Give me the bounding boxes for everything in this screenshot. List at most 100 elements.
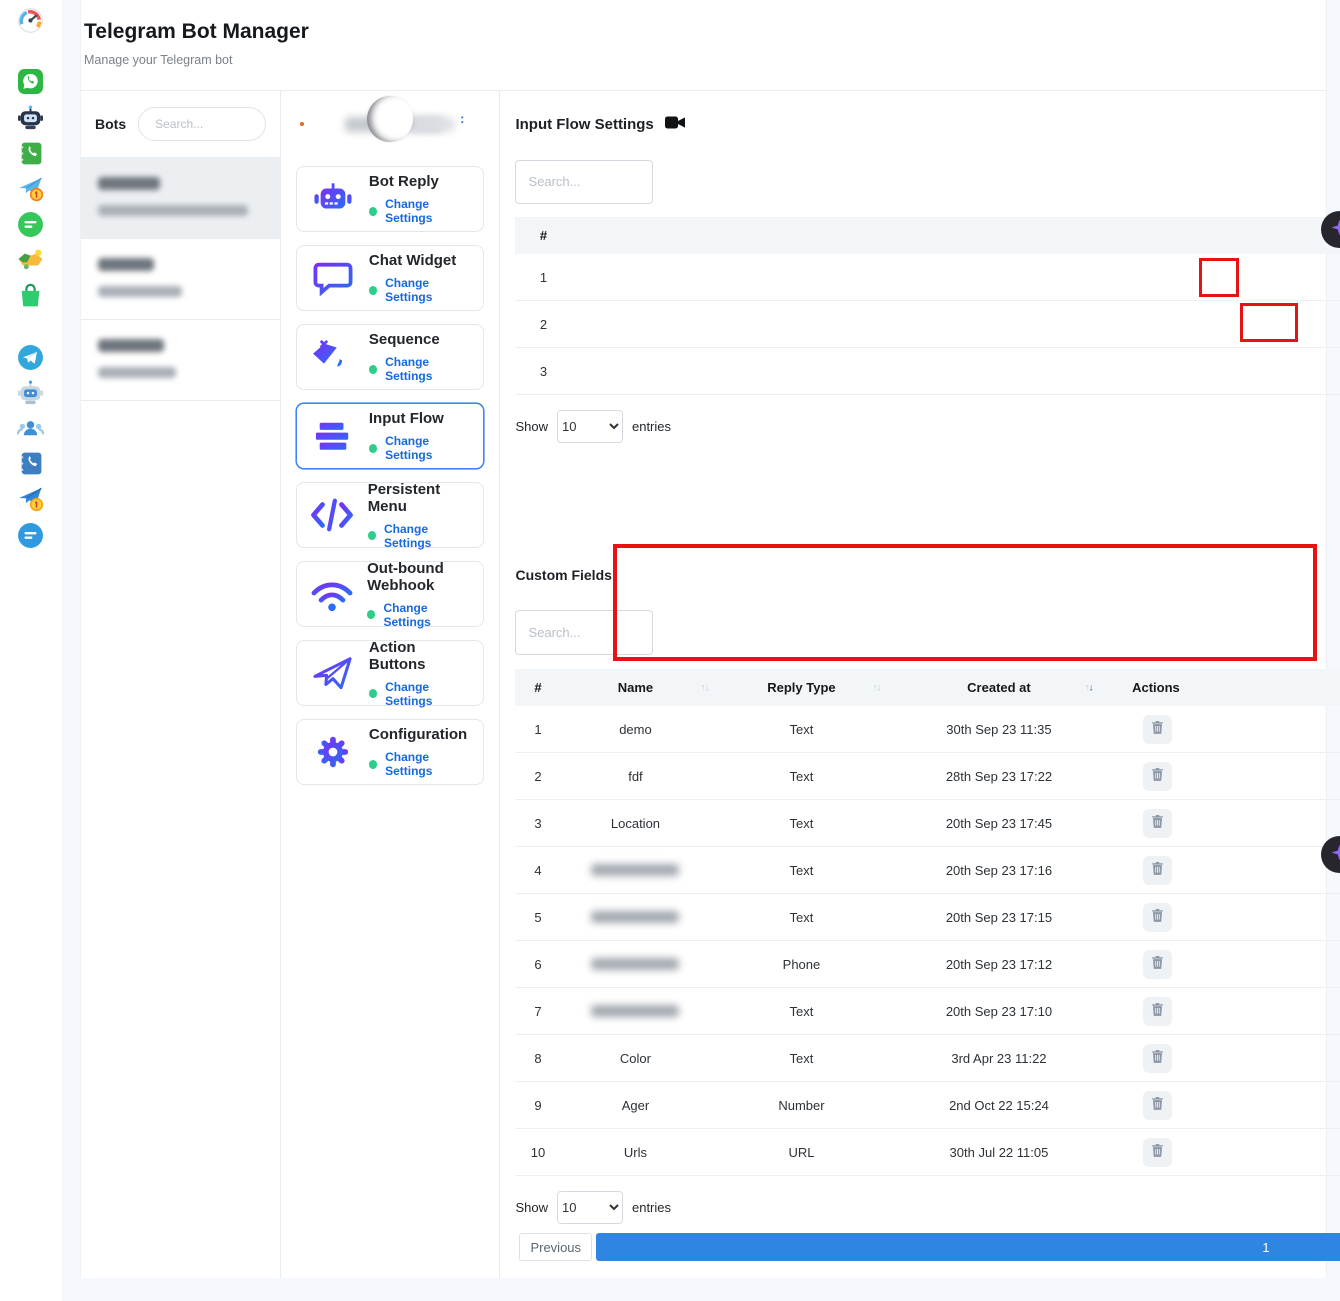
delete-button[interactable] — [1143, 1044, 1172, 1073]
trash-icon — [1150, 1049, 1165, 1067]
custom-fields-page-size-group: Show 10 entries — [515, 1191, 671, 1224]
row-number: 6 — [515, 957, 560, 972]
flow-page-size-group: Show 10 entries — [515, 410, 671, 443]
bot-list-item[interactable] — [81, 320, 280, 401]
phonebook-blue-icon[interactable] — [17, 450, 44, 477]
paper-plane-coin-icon[interactable] — [17, 175, 44, 202]
paper-plane-coin-blue-icon[interactable] — [17, 485, 44, 512]
change-settings-link[interactable]: Change Settings — [385, 434, 471, 462]
delete-button[interactable] — [1143, 715, 1172, 744]
previous-page-button[interactable]: Previous — [519, 1233, 592, 1261]
settings-card-persistent-menu[interactable]: Persistent MenuChange Settings — [296, 482, 484, 548]
sort-icon[interactable]: ↑↓ — [700, 682, 708, 693]
delete-button[interactable] — [1143, 903, 1172, 932]
field-name — [560, 958, 710, 970]
column-created-at[interactable]: Created at ↑↓ — [892, 680, 1105, 695]
webhook-icon — [309, 575, 355, 613]
robot-dark-icon[interactable] — [17, 104, 44, 131]
field-created-at: 28th Sep 23 17:22 — [892, 769, 1105, 784]
delete-button[interactable] — [1143, 856, 1172, 885]
custom-fields-search-input[interactable] — [515, 610, 653, 655]
settings-card-title: Out-bound Webhook — [367, 560, 471, 594]
change-settings-link[interactable]: Change Settings — [385, 276, 471, 304]
telegram-icon[interactable] — [17, 344, 44, 371]
settings-card-body: Configuration Change Settings — [369, 726, 472, 778]
custom-fields-page-size-select[interactable]: 10 — [557, 1191, 623, 1224]
settings-card-body: Chat WidgetChange Settings — [369, 252, 472, 304]
status-dot — [300, 122, 304, 126]
settings-card-action-buttons[interactable]: Action ButtonsChange Settings — [296, 640, 484, 706]
chat-bubble-green-icon[interactable] — [17, 211, 44, 238]
delete-button[interactable] — [1143, 809, 1172, 838]
bots-panel-header: Bots — [81, 91, 280, 158]
bots-search-input[interactable] — [138, 107, 266, 141]
settings-card-body: Out-bound Webhook Change Settings — [367, 560, 471, 629]
change-settings-link[interactable]: Change Settings — [385, 680, 471, 708]
bot-avatar — [367, 96, 413, 142]
shopping-bag-icon[interactable] — [17, 282, 44, 309]
settings-card-configuration[interactable]: Configuration Change Settings — [296, 719, 484, 785]
field-name — [560, 864, 710, 876]
flow-table-row: 1 — [515, 254, 1340, 301]
row-number: 7 — [515, 1004, 560, 1019]
column-reply-type[interactable]: Reply Type ↑↓ — [710, 680, 892, 695]
delete-button[interactable] — [1143, 997, 1172, 1026]
change-settings-link[interactable]: Change Settings — [385, 197, 471, 225]
custom-fields-table-header: # Name ↑↓ Reply Type ↑↓ Created at ↑↓ Ac… — [515, 669, 1340, 706]
trash-icon — [1150, 767, 1165, 785]
users-group-icon[interactable] — [17, 415, 44, 442]
change-settings-link[interactable]: Change Settings — [383, 601, 471, 629]
whatsapp-icon[interactable] — [17, 68, 44, 95]
column-campaign-name[interactable]: Campaign Name ↑↓ — [571, 228, 1340, 243]
robot-blue-icon[interactable] — [17, 379, 44, 406]
handshake-icon[interactable] — [17, 246, 44, 273]
delete-button[interactable] — [1143, 950, 1172, 979]
column-num: # — [515, 228, 571, 243]
delete-button[interactable] — [1143, 1091, 1172, 1120]
custom-field-row: 10UrlsURL30th Jul 22 11:05 — [515, 1129, 1340, 1176]
field-name — [560, 911, 710, 923]
settings-card-chat-widget[interactable]: Chat WidgetChange Settings — [296, 245, 484, 311]
flow-search-input[interactable] — [515, 160, 653, 204]
field-reply-type: Text — [710, 1004, 892, 1019]
settings-card-title: Configuration — [369, 726, 472, 743]
sort-icon[interactable]: ↑↓ — [872, 682, 880, 693]
sort-icon-active[interactable]: ↑↓ — [1084, 682, 1092, 693]
delete-button[interactable] — [1143, 1138, 1172, 1167]
column-name[interactable]: Name ↑↓ — [560, 680, 710, 695]
entries-label: entries — [632, 419, 671, 434]
field-created-at: 20th Sep 23 17:16 — [892, 863, 1105, 878]
change-settings-link[interactable]: Change Settings — [385, 750, 471, 778]
settings-card-body: SequenceChange Settings — [369, 331, 472, 383]
field-name: Ager — [560, 1098, 710, 1113]
custom-field-row: 3LocationText20th Sep 23 17:45 — [515, 800, 1340, 847]
bot-list-item[interactable] — [81, 158, 280, 239]
field-reply-type: Text — [710, 863, 892, 878]
page-button-1[interactable]: 1 — [596, 1233, 1340, 1261]
custom-field-row: 1demoText30th Sep 23 11:35 — [515, 706, 1340, 753]
settings-card-sequence[interactable]: SequenceChange Settings — [296, 324, 484, 390]
change-settings-link[interactable]: Change Settings — [385, 355, 471, 383]
flow-page-size-select[interactable]: 10 — [557, 410, 623, 443]
bot-list-item[interactable] — [81, 239, 280, 320]
video-camera-icon — [665, 115, 685, 134]
delete-button[interactable] — [1143, 762, 1172, 791]
column-num: # — [515, 680, 560, 695]
status-dot-green — [369, 207, 377, 216]
change-settings-link[interactable]: Change Settings — [384, 522, 471, 550]
row-number: 9 — [515, 1098, 560, 1113]
settings-card-out-bound-webhook[interactable]: Out-bound Webhook Change Settings — [296, 561, 484, 627]
chat-bubble-blue-icon[interactable] — [17, 522, 44, 549]
row-number: 4 — [515, 863, 560, 878]
settings-card-bot-reply[interactable]: Bot ReplyChange Settings — [296, 166, 484, 232]
field-name — [560, 1005, 710, 1017]
redacted-bot-subtitle — [98, 286, 182, 297]
settings-card-input-flow[interactable]: Input FlowChange Settings — [296, 403, 484, 469]
phonebook-green-icon[interactable] — [17, 140, 44, 167]
custom-field-row: 6Phone20th Sep 23 17:12 — [515, 941, 1340, 988]
row-number: 3 — [515, 364, 571, 379]
entries-label: entries — [632, 1200, 671, 1215]
field-reply-type: Text — [710, 1051, 892, 1066]
content-panel: Input Flow Settings Options ▼ — [500, 91, 1340, 1278]
speedometer-icon[interactable] — [17, 7, 44, 34]
